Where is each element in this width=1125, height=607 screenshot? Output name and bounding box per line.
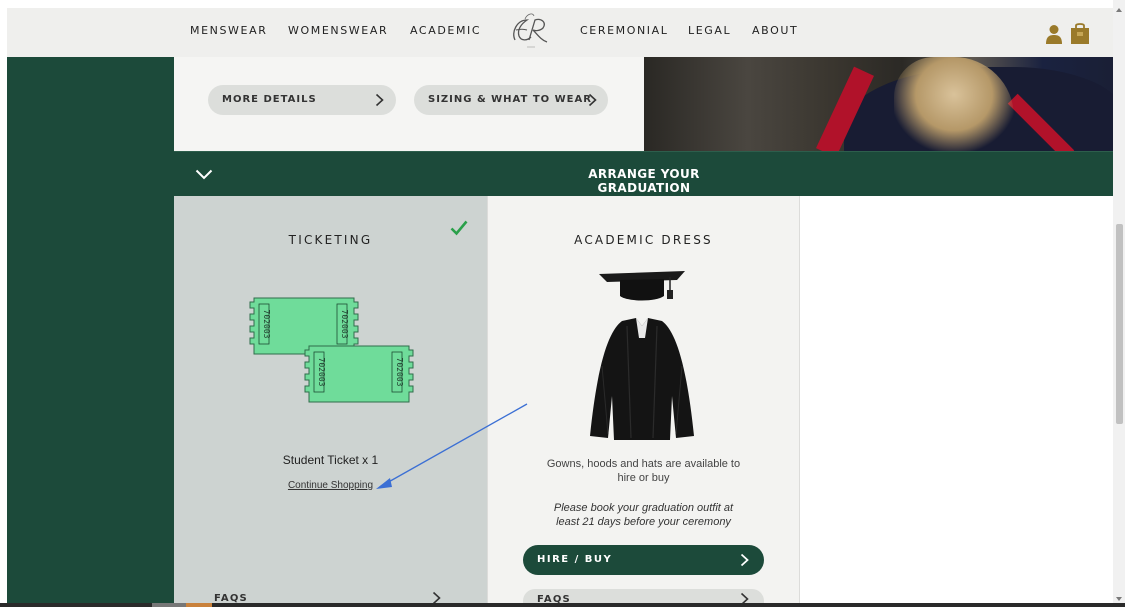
- chevron-right-icon: [375, 93, 384, 107]
- ticketing-title: TICKETING: [288, 233, 373, 247]
- chevron-right-icon: [740, 553, 749, 567]
- taskbar-app-icon[interactable]: [186, 603, 212, 607]
- description-line-1: Gowns, hoods and hats are available to: [546, 458, 741, 470]
- empty-card-slot: [799, 196, 1113, 603]
- section-title: ARRANGE YOUR GRADUATION: [588, 167, 700, 195]
- product-info-panel: MORE DETAILS SIZING & WHAT TO WEAR: [174, 57, 644, 151]
- continue-shopping-link[interactable]: Continue Shopping: [174, 480, 487, 491]
- ticket-stubs-image: 702003 702003 702003 702003: [249, 297, 414, 403]
- scrollbar-thumb[interactable]: [1116, 224, 1123, 424]
- shopping-bag-icon[interactable]: [1070, 22, 1090, 44]
- faqs-label: FAQS: [214, 593, 248, 603]
- chevron-right-icon: [588, 93, 597, 107]
- nav-item-ceremonial[interactable]: CEREMONIAL: [580, 24, 669, 37]
- faqs-label: FAQS: [537, 594, 571, 603]
- academic-faqs-button[interactable]: FAQS: [523, 589, 764, 603]
- booking-note-line-2: least 21 days before your ceremony: [556, 516, 731, 528]
- nav-item-menswear[interactable]: MENSWEAR: [190, 24, 267, 37]
- student-ticket-quantity: Student Ticket x 1: [282, 453, 379, 467]
- sizing-what-to-wear-button[interactable]: SIZING & WHAT TO WEAR: [414, 85, 608, 115]
- more-details-button[interactable]: MORE DETAILS: [208, 85, 396, 115]
- academic-gown-and-cap-image: [590, 271, 694, 440]
- description-line-2: hire or buy: [617, 472, 670, 484]
- ticket-number-text: 702003: [317, 358, 326, 387]
- academic-dress-title: ACADEMIC DRESS: [574, 233, 713, 247]
- nav-item-legal[interactable]: LEGAL: [688, 24, 731, 37]
- sizing-label: SIZING & WHAT TO WEAR: [428, 94, 592, 105]
- more-details-label: MORE DETAILS: [222, 94, 317, 105]
- ticketing-card: TICKETING 702003 702003 702003 702003 St…: [174, 196, 487, 603]
- graduate-hero-photo: [644, 57, 1113, 151]
- chevron-right-icon: [432, 591, 441, 603]
- academic-dress-card: ACADEMIC DRESS Gowns, hoods and hats are…: [487, 196, 799, 603]
- ticket-number-text: 702003: [262, 310, 271, 339]
- scroll-down-arrow-icon[interactable]: [1116, 597, 1122, 601]
- er-monogram-logo[interactable]: [507, 10, 555, 52]
- nav-item-about[interactable]: ABOUT: [752, 24, 798, 37]
- browser-frame-top: [0, 0, 1125, 8]
- ticket-number-text: 702003: [340, 310, 349, 339]
- top-navigation: MENSWEAR WOMENSWEAR ACADEMIC CEREMONIAL …: [7, 8, 1113, 57]
- nav-item-womenswear[interactable]: WOMENSWEAR: [288, 24, 388, 37]
- arrange-graduation-header[interactable]: ARRANGE YOUR GRADUATION: [174, 151, 1113, 196]
- booking-note-line-1: Please book your graduation outfit at: [553, 502, 734, 514]
- nav-item-academic[interactable]: ACADEMIC: [410, 24, 481, 37]
- chevron-right-icon: [740, 592, 749, 603]
- checkmark-icon: [450, 220, 468, 236]
- user-icon[interactable]: [1046, 24, 1062, 44]
- taskbar-app-icon[interactable]: [152, 603, 186, 607]
- hire-buy-button[interactable]: HIRE / BUY: [523, 545, 764, 575]
- scroll-up-arrow-icon[interactable]: [1116, 8, 1122, 12]
- ticketing-faqs-button[interactable]: FAQS: [214, 589, 446, 603]
- ticket-number-text: 702003: [395, 358, 404, 387]
- chevron-down-icon[interactable]: [195, 169, 213, 180]
- hire-buy-label: HIRE / BUY: [537, 554, 613, 565]
